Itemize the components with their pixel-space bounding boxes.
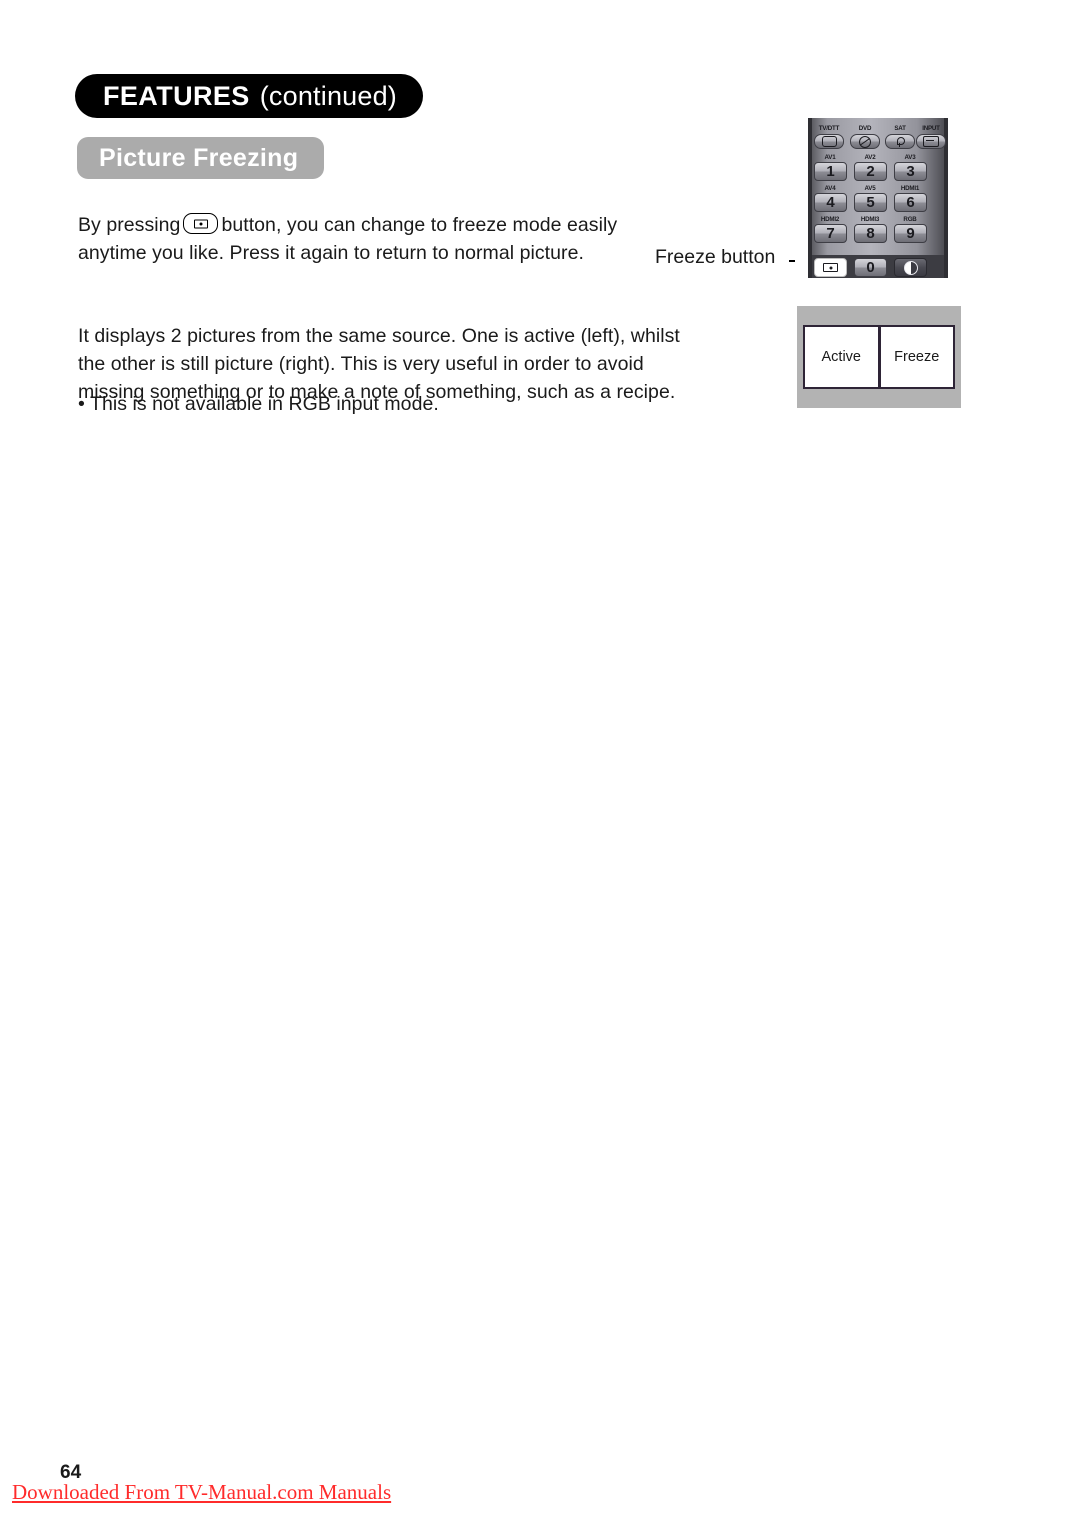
paragraph-intro: By pressing button, you can change to fre… xyxy=(78,211,678,267)
remote-key-8[interactable]: 8 xyxy=(854,224,887,243)
page-title-main: FEATURES xyxy=(103,80,250,111)
screen-pane-freeze: Freeze xyxy=(878,325,955,389)
remote-key-input[interactable] xyxy=(916,134,946,149)
remote-key-label-hdmi3: HDMI3 xyxy=(860,216,880,223)
screen-pane-active: Active xyxy=(803,325,880,389)
page-title-pill: FEATURES (continued) xyxy=(75,74,423,118)
page-title-suffix: (continued) xyxy=(259,80,397,111)
input-source-icon xyxy=(923,136,939,147)
remote-key-1[interactable]: 1 xyxy=(814,162,847,181)
remote-key-label-rgb: RGB xyxy=(903,216,917,223)
remote-key-label-av1: AV1 xyxy=(824,154,836,161)
remote-key-freeze[interactable] xyxy=(814,258,847,277)
remote-key-3[interactable]: 3 xyxy=(894,162,927,181)
remote-key-label-av5: AV5 xyxy=(864,185,876,192)
remote-key-2[interactable]: 2 xyxy=(854,162,887,181)
remote-key-label-tvdtt: TV/DTT xyxy=(818,125,840,132)
remote-key-9[interactable]: 9 xyxy=(894,224,927,243)
footer-download-link[interactable]: Downloaded From TV-Manual.com Manuals xyxy=(12,1480,391,1505)
section-subtitle-text: Picture Freezing xyxy=(99,143,299,172)
remote-control-illustration: TV/DTT DVD SAT INPUT AV1 AV2 AV3 1 2 3 A… xyxy=(795,118,961,278)
remote-key-tvdtt[interactable] xyxy=(814,134,844,149)
contrast-icon xyxy=(903,260,918,275)
freeze-icon xyxy=(823,263,838,272)
disc-icon xyxy=(859,135,871,148)
remote-key-label-hdmi2: HDMI2 xyxy=(820,216,840,223)
remote-left-edge xyxy=(808,118,812,278)
remote-key-label-av3: AV3 xyxy=(904,154,916,161)
active-freeze-screen-diagram: Active Freeze xyxy=(797,306,961,408)
remote-key-label-dvd: DVD xyxy=(858,125,872,132)
remote-key-contrast[interactable] xyxy=(894,258,927,277)
remote-key-7[interactable]: 7 xyxy=(814,224,847,243)
remote-key-4[interactable]: 4 xyxy=(814,193,847,212)
freeze-button-icon xyxy=(183,213,219,234)
remote-key-sat[interactable] xyxy=(885,134,915,149)
satellite-icon xyxy=(896,136,905,147)
tv-icon xyxy=(821,136,837,147)
section-subtitle-pill: Picture Freezing xyxy=(77,137,325,179)
remote-key-5[interactable]: 5 xyxy=(854,193,887,212)
remote-key-label-hdmi1: HDMI1 xyxy=(900,185,920,192)
remote-key-label-av2: AV2 xyxy=(864,154,876,161)
remote-key-label-av4: AV4 xyxy=(824,185,836,192)
paragraph-note-bullet: • This is not available in RGB input mod… xyxy=(78,393,439,415)
remote-key-6[interactable]: 6 xyxy=(894,193,927,212)
screen-diagram-panes: Active Freeze xyxy=(803,325,955,389)
remote-key-label-input: INPUT xyxy=(922,125,940,132)
freeze-button-callout-label: Freeze button xyxy=(655,246,776,268)
remote-key-0[interactable]: 0 xyxy=(854,258,887,277)
remote-key-dvd[interactable] xyxy=(850,134,880,149)
paragraph-intro-before: By pressing xyxy=(78,214,181,236)
